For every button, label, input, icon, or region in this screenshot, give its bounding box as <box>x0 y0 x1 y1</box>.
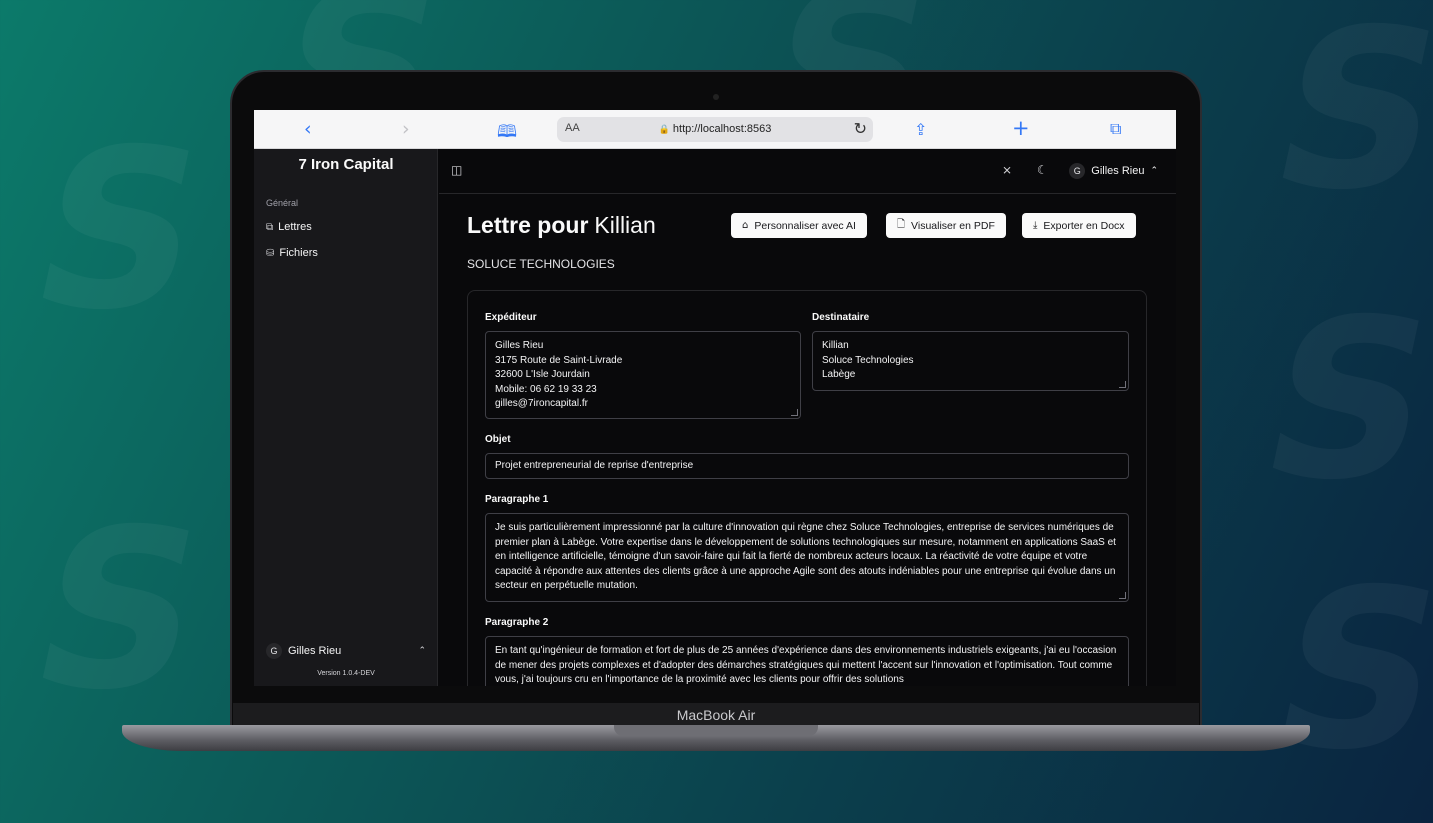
sidebar-item-label: Fichiers <box>279 247 318 259</box>
personalize-ai-label: Personnaliser avec AI <box>754 219 856 232</box>
subject-label: Objet <box>485 434 511 445</box>
translate-icon[interactable]: ⨯ <box>1002 163 1012 177</box>
chevron-up-icon: ⌃ <box>1150 166 1158 176</box>
address-bar[interactable]: AA 🔒 http://localhost:8563 ↻ <box>557 117 873 142</box>
url-text: http://localhost:8563 <box>672 123 772 135</box>
title-recipient: Killian <box>594 212 656 238</box>
avatar: G <box>1069 163 1086 179</box>
sidebar-toggle-icon[interactable]: ◫ <box>451 163 462 177</box>
camera <box>713 94 719 100</box>
sidebar-item-lettres[interactable]: ⧉ Lettres <box>266 221 312 233</box>
recipient-textarea[interactable]: Killian Soluce Technologies Labège <box>812 331 1129 391</box>
document-icon: 🗋 <box>897 219 906 230</box>
reload-icon[interactable]: ↻ <box>854 119 867 138</box>
new-tab-icon[interactable]: + <box>1012 116 1030 140</box>
title-prefix: Lettre pour <box>467 212 589 238</box>
sidebar-user-name: Gilles Rieu <box>288 645 342 657</box>
topbar-user-name: Gilles Rieu <box>1091 165 1145 177</box>
recipient-label: Destinataire <box>812 312 870 323</box>
lock-icon: 🔒 <box>658 124 670 134</box>
sidebar: 7 Iron Capital Général ⧉ Lettres ⛁ Fichi… <box>254 149 438 686</box>
bookmarks-icon[interactable]: 🕮 <box>497 119 517 148</box>
paragraph2-textarea[interactable]: En tant qu'ingénieur de formation et for… <box>485 636 1129 686</box>
paragraph1-textarea[interactable]: Je suis particulièrement impressionné pa… <box>485 513 1129 602</box>
sidebar-item-label: Lettres <box>278 221 312 233</box>
main-content: Lettre pour Killian SOLUCE TECHNOLOGIES ⌂… <box>439 195 1176 686</box>
background-logo-mark: S <box>1243 272 1433 528</box>
letter-form-card: Expéditeur Gilles Rieu 3175 Route de Sai… <box>467 290 1147 686</box>
version-label: Version 1.0.4-DEV <box>317 670 375 677</box>
paragraph1-label: Paragraphe 1 <box>485 494 549 505</box>
background-logo-mark: S <box>13 102 226 358</box>
topbar-user-menu[interactable]: G Gilles Rieu ⌃ <box>1069 163 1158 179</box>
sidebar-item-fichiers[interactable]: ⛁ Fichiers <box>266 247 318 259</box>
laptop-model-label: MacBook Air <box>233 703 1199 727</box>
background-logo-mark: S <box>13 482 226 738</box>
share-icon[interactable]: ⇪ <box>914 120 927 139</box>
view-pdf-button[interactable]: 🗋 Visualiser en PDF <box>886 213 1006 238</box>
brand-name: 7 Iron Capital <box>298 156 394 173</box>
robot-icon: ⌂ <box>742 220 749 231</box>
tabs-overview-icon[interactable]: ⧉ <box>1110 119 1121 139</box>
page-title: Lettre pour Killian <box>467 212 656 239</box>
chevron-up-icon: ⌃ <box>418 646 426 656</box>
personalize-ai-button[interactable]: ⌂ Personnaliser avec AI <box>731 213 867 238</box>
sidebar-group-label: Général <box>266 198 299 208</box>
sender-label: Expéditeur <box>485 312 537 323</box>
forward-icon[interactable]: › <box>402 118 410 140</box>
laptop-notch <box>614 725 818 736</box>
back-icon[interactable]: ‹ <box>304 118 312 140</box>
dark-mode-icon[interactable]: ☾ <box>1037 163 1048 177</box>
letters-icon: ⧉ <box>266 221 274 233</box>
sidebar-user-menu[interactable]: G Gilles Rieu ⌃ <box>266 643 426 659</box>
paragraph2-label: Paragraphe 2 <box>485 617 549 628</box>
company-name: SOLUCE TECHNOLOGIES <box>467 257 615 271</box>
avatar: G <box>266 643 282 659</box>
screen: ‹ › 🕮 AA 🔒 http://localhost:8563 ↻ ⇪ + ⧉… <box>254 110 1176 686</box>
export-docx-button[interactable]: ⤓ Exporter en Docx <box>1022 213 1136 238</box>
subject-input[interactable]: Projet entrepreneurial de reprise d'entr… <box>485 453 1129 479</box>
database-icon: ⛁ <box>266 247 275 259</box>
background-logo-mark: S <box>1253 0 1433 238</box>
view-pdf-label: Visualiser en PDF <box>911 219 995 232</box>
sender-textarea[interactable]: Gilles Rieu 3175 Route de Saint-Livrade … <box>485 331 801 419</box>
export-docx-label: Exporter en Docx <box>1043 219 1125 232</box>
browser-toolbar: ‹ › 🕮 AA 🔒 http://localhost:8563 ↻ ⇪ + ⧉ <box>254 110 1176 149</box>
app-topbar: ◫ ⨯ ☾ G Gilles Rieu ⌃ <box>439 149 1176 194</box>
download-icon: ⤓ <box>1033 220 1038 231</box>
